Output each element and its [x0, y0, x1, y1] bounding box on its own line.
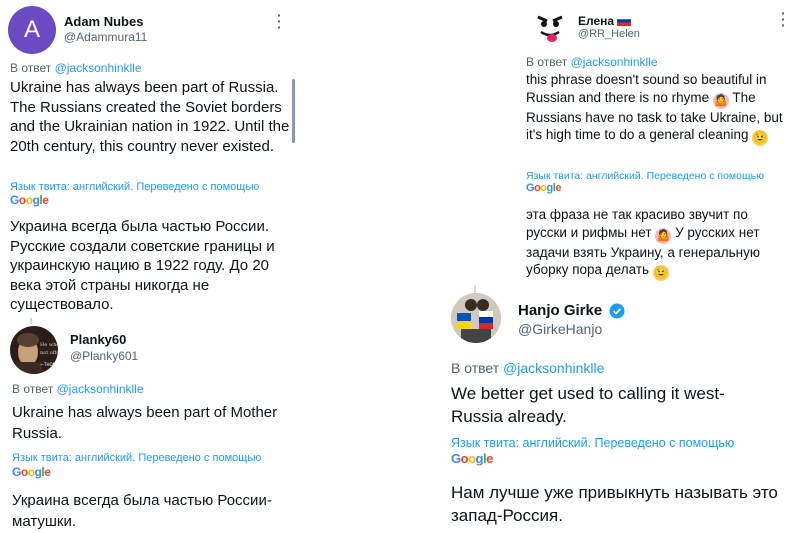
reply-prefix: В ответ [10, 61, 52, 75]
russia-flag-icon [617, 15, 632, 26]
svg-text:not offend: not offend [40, 350, 58, 356]
avatar-letter: A [23, 16, 40, 43]
author-name[interactable]: Planky60 [70, 332, 126, 347]
reply-to-link[interactable]: @jacksonhinklle [571, 55, 658, 69]
tweet-translation: Нам лучше уже привыкнуть называть это за… [451, 483, 778, 525]
scrollbar[interactable] [292, 79, 295, 143]
svg-text:—THOMAS: —THOMAS [40, 362, 58, 367]
reply-prefix: В ответ [12, 382, 54, 396]
tweet-translation: эта фраза не так красиво звучит по русск… [526, 207, 761, 281]
avatar[interactable] [528, 4, 572, 48]
reply-prefix: В ответ [451, 360, 500, 376]
author-handle[interactable]: @Adammura11 [64, 30, 147, 44]
translation-note: Язык твита: английский. Переведено с пом… [12, 452, 262, 464]
reply-to-link[interactable]: @jacksonhinklle [55, 61, 142, 75]
author-handle[interactable]: @RR_Helen [578, 28, 640, 40]
google-logo: Google [12, 465, 51, 479]
avatar[interactable]: He who does not offend —THOMAS [10, 326, 58, 374]
google-logo: Google [451, 451, 493, 466]
author-name[interactable]: Adam Nubes [64, 14, 143, 29]
thread-line [474, 285, 476, 293]
tweet-text: We better get used to calling it west-Ru… [451, 384, 725, 426]
emoji-face-icon [537, 15, 563, 42]
reply-context: В ответ @jacksonhinklle [526, 55, 658, 69]
tweet-text: this phrase doesn't sound so beautiful i… [526, 72, 783, 146]
author-handle[interactable]: @Planky601 [70, 349, 138, 363]
reply-to-link[interactable]: @jacksonhinklle [503, 360, 604, 376]
shrug-emoji-icon: 🤷 [655, 227, 672, 244]
shrug-emoji-icon: 🤷 [712, 92, 729, 109]
tweet-card-hanjo-girke[interactable]: Hanjo Girke @GirkeHanjo В ответ @jackson… [440, 285, 800, 533]
reply-context: В ответ @jacksonhinklle [451, 360, 604, 376]
translation-note: Язык твита: английский. Переведено с пом… [451, 436, 735, 450]
portrait-image: He who does not offend —THOMAS [16, 333, 58, 374]
verified-badge-icon [609, 303, 625, 319]
more-options-icon[interactable]: · · · [277, 8, 282, 34]
more-options-icon[interactable]: · · · [781, 6, 786, 32]
author-handle[interactable]: @GirkeHanjo [518, 321, 602, 337]
reply-context: В ответ @jacksonhinklle [12, 382, 144, 396]
profile-photo [451, 293, 501, 343]
avatar[interactable]: A [8, 6, 56, 54]
tweet-text: Ukraine has always been part of Mother R… [12, 404, 278, 442]
reply-to-link[interactable]: @jacksonhinklle [57, 382, 144, 396]
tweet-translation: Украина всегда была частью России. Русск… [10, 218, 275, 313]
wink-emoji-icon: 😉 [752, 130, 769, 146]
tweet-card-elena[interactable]: Елена @RR_Helen · · · В ответ @jacksonhink… [520, 0, 800, 285]
svg-text:He who does: He who does [40, 342, 58, 348]
translation-note: Язык твита: английский. Переведено с пом… [526, 170, 764, 182]
author-name[interactable]: Hanjo Girke [518, 302, 602, 319]
reply-context: В ответ @jacksonhinklle [10, 61, 142, 75]
thread-line [30, 318, 32, 324]
tweet-card-planky60[interactable]: He who does not offend —THOMAS Planky60 … [0, 318, 310, 533]
tweet-card-adam-nubes[interactable]: A Adam Nubes @Adammura11 · · · В ответ @ja… [0, 0, 300, 318]
google-logo: Google [10, 193, 49, 207]
google-logo: Google [526, 182, 561, 194]
translation-note: Язык твита: английский. Переведено с пом… [10, 181, 260, 193]
wink-emoji-icon: 😉 [652, 265, 669, 281]
avatar[interactable] [451, 293, 501, 343]
tweet-text: Ukraine has always been part of Russia. … [10, 79, 290, 155]
tweet-translation: Украина всегда была частью России-матушк… [12, 492, 272, 530]
author-name[interactable]: Елена [578, 14, 632, 28]
reply-prefix: В ответ [526, 55, 568, 69]
